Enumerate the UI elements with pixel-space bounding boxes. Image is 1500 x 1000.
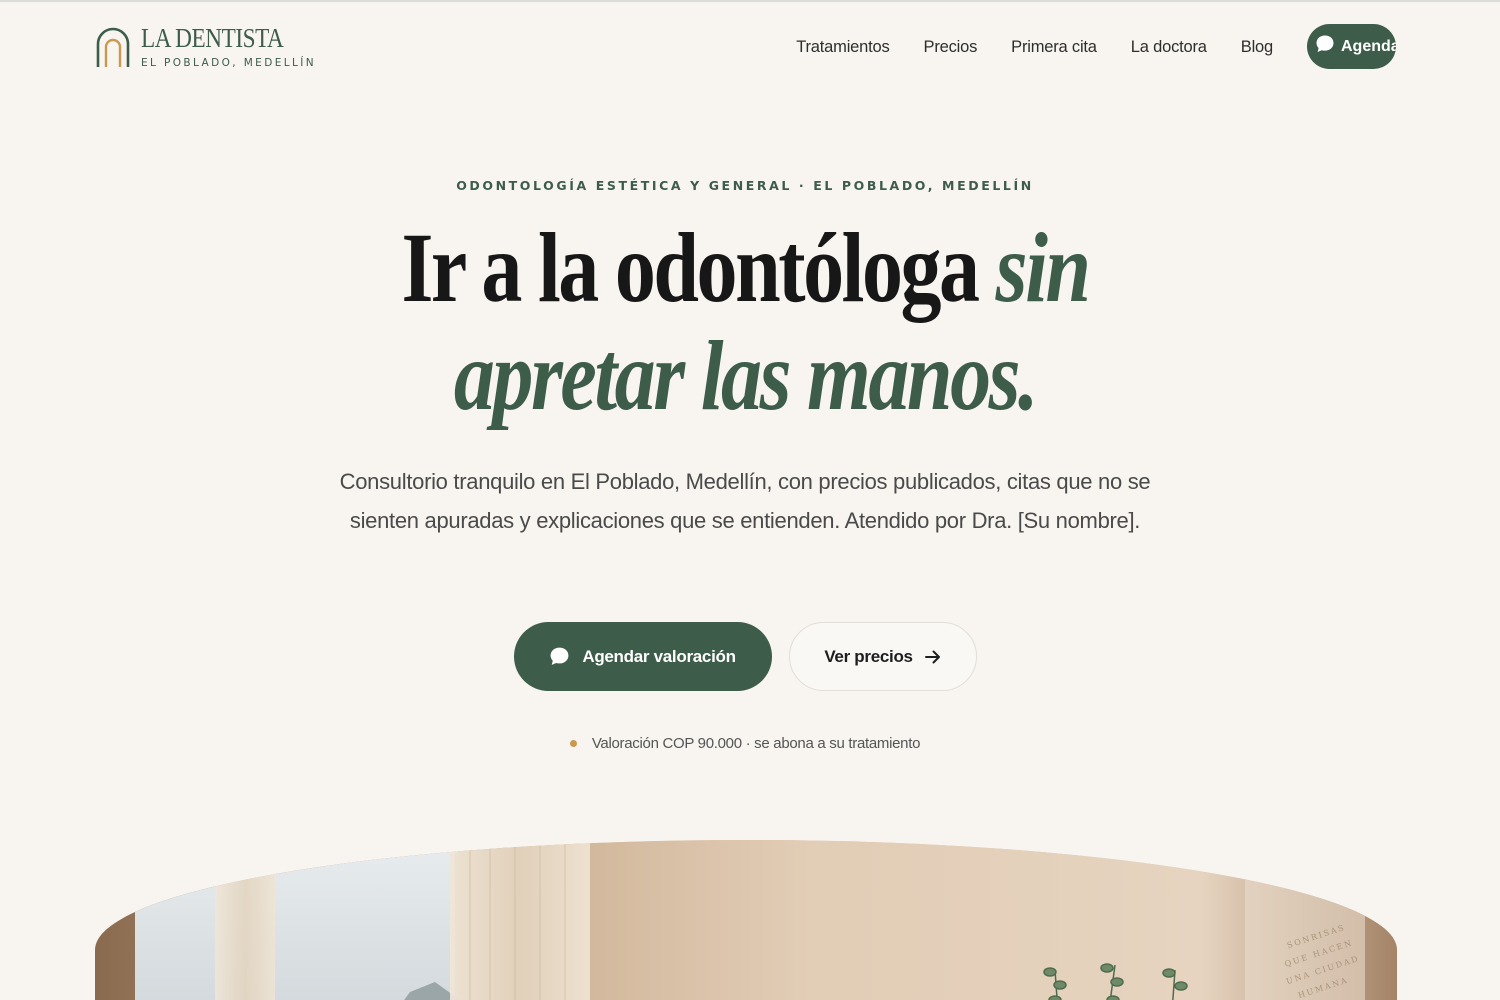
- ver-precios-button[interactable]: Ver precios: [788, 622, 977, 691]
- arrow-right-icon: [924, 650, 940, 663]
- pricing-note: Valoración COP 90.000 · se abona a su tr…: [0, 735, 1490, 752]
- site-header: LA DENTISTA EL POBLADO, MEDELLÍN Tratami…: [0, 0, 1500, 95]
- hero-description: Consultorio tranquilo en El Poblado, Med…: [339, 469, 1151, 533]
- brand-logo[interactable]: LA DENTISTA EL POBLADO, MEDELLÍN: [95, 24, 316, 69]
- headline-accent-1: sin: [995, 212, 1091, 323]
- arch-logo-icon: [96, 27, 130, 67]
- brand-name: LA DENTISTA: [141, 23, 284, 53]
- brand-location: EL POBLADO, MEDELLÍN: [141, 57, 316, 69]
- nav-item-primera-cita[interactable]: Primera cita: [1011, 25, 1097, 69]
- headline-accent-2: apretar las manos.: [453, 320, 1039, 431]
- chat-bubble-icon: [1316, 35, 1334, 52]
- hero-headline: Ir a la odontóloga sin apretar las manos…: [0, 214, 1490, 430]
- clinic-interior-image: SONRISAS QUE HACEN UNA CIUDAD HUMANA: [95, 840, 1397, 1000]
- agendar-valoracion-label: Agendar valoración: [582, 646, 736, 666]
- nav-item-precios[interactable]: Precios: [924, 25, 978, 69]
- ver-precios-label: Ver precios: [824, 646, 913, 666]
- nav-item-tratamientos[interactable]: Tratamientos: [796, 25, 889, 69]
- clinic-interior-illustration: SONRISAS QUE HACEN UNA CIUDAD HUMANA: [95, 840, 1397, 1000]
- agendar-valoracion-button[interactable]: Agendar valoración: [513, 622, 772, 691]
- brand-text: LA DENTISTA EL POBLADO, MEDELLÍN: [141, 24, 316, 69]
- nav-agendar-label: Agendar: [1341, 37, 1396, 55]
- nav-item-blog[interactable]: Blog: [1241, 25, 1273, 69]
- hero-cta-row: Agendar valoración Ver precios: [0, 622, 1490, 691]
- hero-eyebrow: ODONTOLOGÍA ESTÉTICA Y GENERAL · EL POBL…: [456, 178, 1034, 193]
- headline-plain: Ir a la odontóloga: [401, 212, 980, 323]
- headline-line-2: apretar las manos.: [134, 322, 1356, 430]
- nav-item-la-doctora[interactable]: La doctora: [1131, 25, 1207, 69]
- chat-bubble-icon: [550, 647, 569, 665]
- main-nav: Tratamientos Precios Primera cita La doc…: [796, 24, 1396, 69]
- pricing-note-text: Valoración COP 90.000 · se abona a su tr…: [591, 735, 921, 752]
- bullet-dot-icon: [569, 740, 577, 747]
- headline-line-1: Ir a la odontóloga sin: [134, 214, 1356, 322]
- nav-agendar-button[interactable]: Agendar: [1307, 24, 1396, 69]
